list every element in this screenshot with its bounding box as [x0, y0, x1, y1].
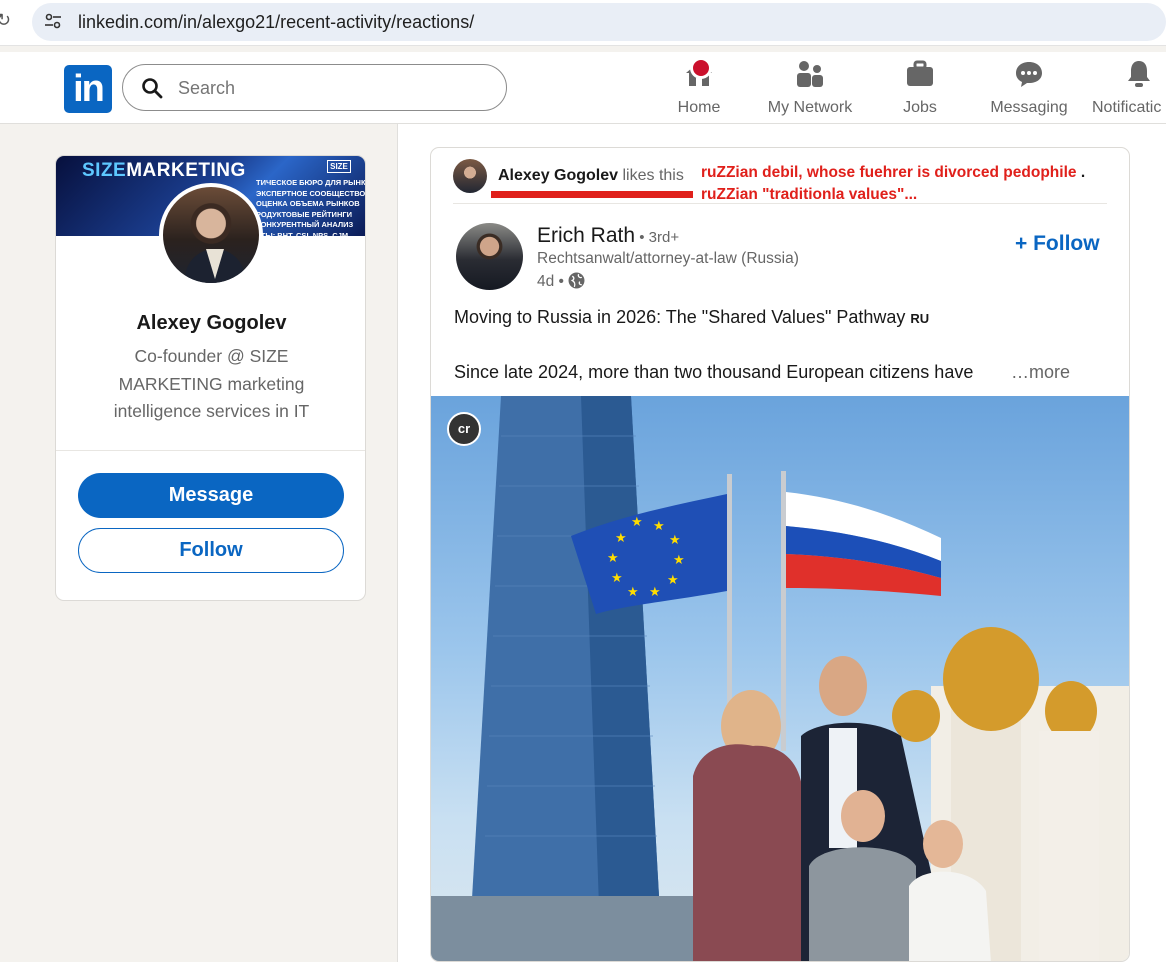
nav-my-network-label: My Network	[767, 99, 853, 116]
author-name[interactable]: Erich Rath	[537, 224, 635, 247]
svg-text:★: ★	[607, 551, 619, 566]
author-follow-button[interactable]: + Follow	[1015, 232, 1100, 256]
nav-home[interactable]: Home	[670, 57, 728, 118]
nav-jobs[interactable]: Jobs	[894, 58, 946, 118]
search-input[interactable]	[178, 77, 478, 99]
profile-avatar[interactable]	[159, 183, 263, 287]
browser-address-bar: ↻ linkedin.com/in/alexgo21/recent-activi…	[0, 0, 1166, 46]
reload-icon[interactable]: ↻	[0, 10, 11, 31]
follow-button[interactable]: Follow	[78, 528, 344, 573]
reaction-header: Alexey Gogolev likes this	[498, 167, 684, 184]
post-header-divider	[453, 203, 1107, 204]
feed-post: Alexey Gogolev likes this ruZZian debil,…	[430, 147, 1130, 962]
svg-text:★: ★	[627, 585, 639, 600]
nav-messaging-label: Messaging	[990, 99, 1068, 116]
post-image[interactable]: ★ ★ ★ ★ ★ ★ ★ ★ ★ ★ cr	[431, 396, 1129, 961]
top-nav: in Home My Network Jobs Messaging	[0, 52, 1166, 124]
banner-brand: SIZEMARKETING	[82, 160, 246, 181]
profile-name[interactable]: Alexey Gogolev	[56, 312, 365, 335]
post-image-illustration: ★ ★ ★ ★ ★ ★ ★ ★ ★ ★	[431, 396, 1129, 961]
globe-icon	[568, 272, 585, 289]
banner-text: ТИЧЕСКОЕ БЮРО ДЛЯ РЫНКА IT ЭКСПЕРТНОЕ СО…	[256, 178, 366, 240]
nav-home-label: Home	[677, 99, 721, 116]
briefcase-icon	[894, 58, 946, 90]
profile-card: SIZEMARKETING SIZE ТИЧЕСКОЕ БЮРО ДЛЯ РЫН…	[55, 155, 366, 601]
author-name-row: Erich Rath • 3rd+	[537, 224, 679, 248]
red-underline-annotation	[491, 191, 693, 198]
network-icon	[760, 58, 860, 90]
post-text-line-1: Moving to Russia in 2026: The "Shared Va…	[454, 307, 930, 327]
banner-size-tag: SIZE	[327, 160, 351, 173]
svg-text:★: ★	[611, 571, 623, 586]
ru-flag-emoji: RU	[910, 311, 930, 326]
svg-text:★: ★	[615, 531, 627, 546]
nav-jobs-label: Jobs	[903, 99, 937, 116]
see-more-link[interactable]: …more	[1011, 362, 1070, 383]
message-button[interactable]: Message	[78, 473, 344, 518]
card-divider	[56, 450, 365, 451]
nav-notifications-label: Notificatic	[1092, 99, 1162, 116]
liker-name[interactable]: Alexey Gogolev	[498, 167, 618, 184]
nav-messaging[interactable]: Messaging	[987, 58, 1071, 118]
post-text-line-2: Since late 2024, more than two thousand …	[454, 362, 974, 382]
content-credentials-badge[interactable]: cr	[447, 412, 481, 446]
red-annotation: ruZZian debil, whose fuehrer is divorced…	[701, 164, 1086, 203]
author-degree: • 3rd+	[635, 229, 680, 246]
liker-avatar[interactable]	[453, 159, 487, 193]
svg-text:★: ★	[669, 533, 681, 548]
svg-text:★: ★	[649, 585, 661, 600]
post-meta: 4d •	[537, 272, 585, 291]
svg-text:★: ★	[653, 519, 665, 534]
search-icon	[142, 78, 163, 99]
profile-headline: Co-founder @ SIZE MARKETING marketing in…	[113, 346, 310, 421]
nav-my-network[interactable]: My Network	[760, 58, 860, 118]
search-box[interactable]	[122, 64, 507, 111]
author-avatar[interactable]	[456, 223, 523, 290]
notification-dot	[690, 57, 712, 79]
svg-text:★: ★	[667, 573, 679, 588]
nav-notifications[interactable]: Notificatic	[1092, 58, 1166, 118]
author-headline: Rechtsanwalt/attorney-at-law (Russia)	[537, 250, 799, 267]
url-text[interactable]: linkedin.com/in/alexgo21/recent-activity…	[78, 12, 474, 33]
svg-text:★: ★	[673, 553, 685, 568]
site-settings-icon[interactable]	[44, 12, 62, 30]
home-icon	[670, 57, 728, 90]
messaging-icon	[987, 58, 1071, 90]
svg-text:★: ★	[631, 515, 643, 530]
linkedin-logo[interactable]: in	[64, 65, 112, 113]
bell-icon	[1123, 58, 1166, 90]
